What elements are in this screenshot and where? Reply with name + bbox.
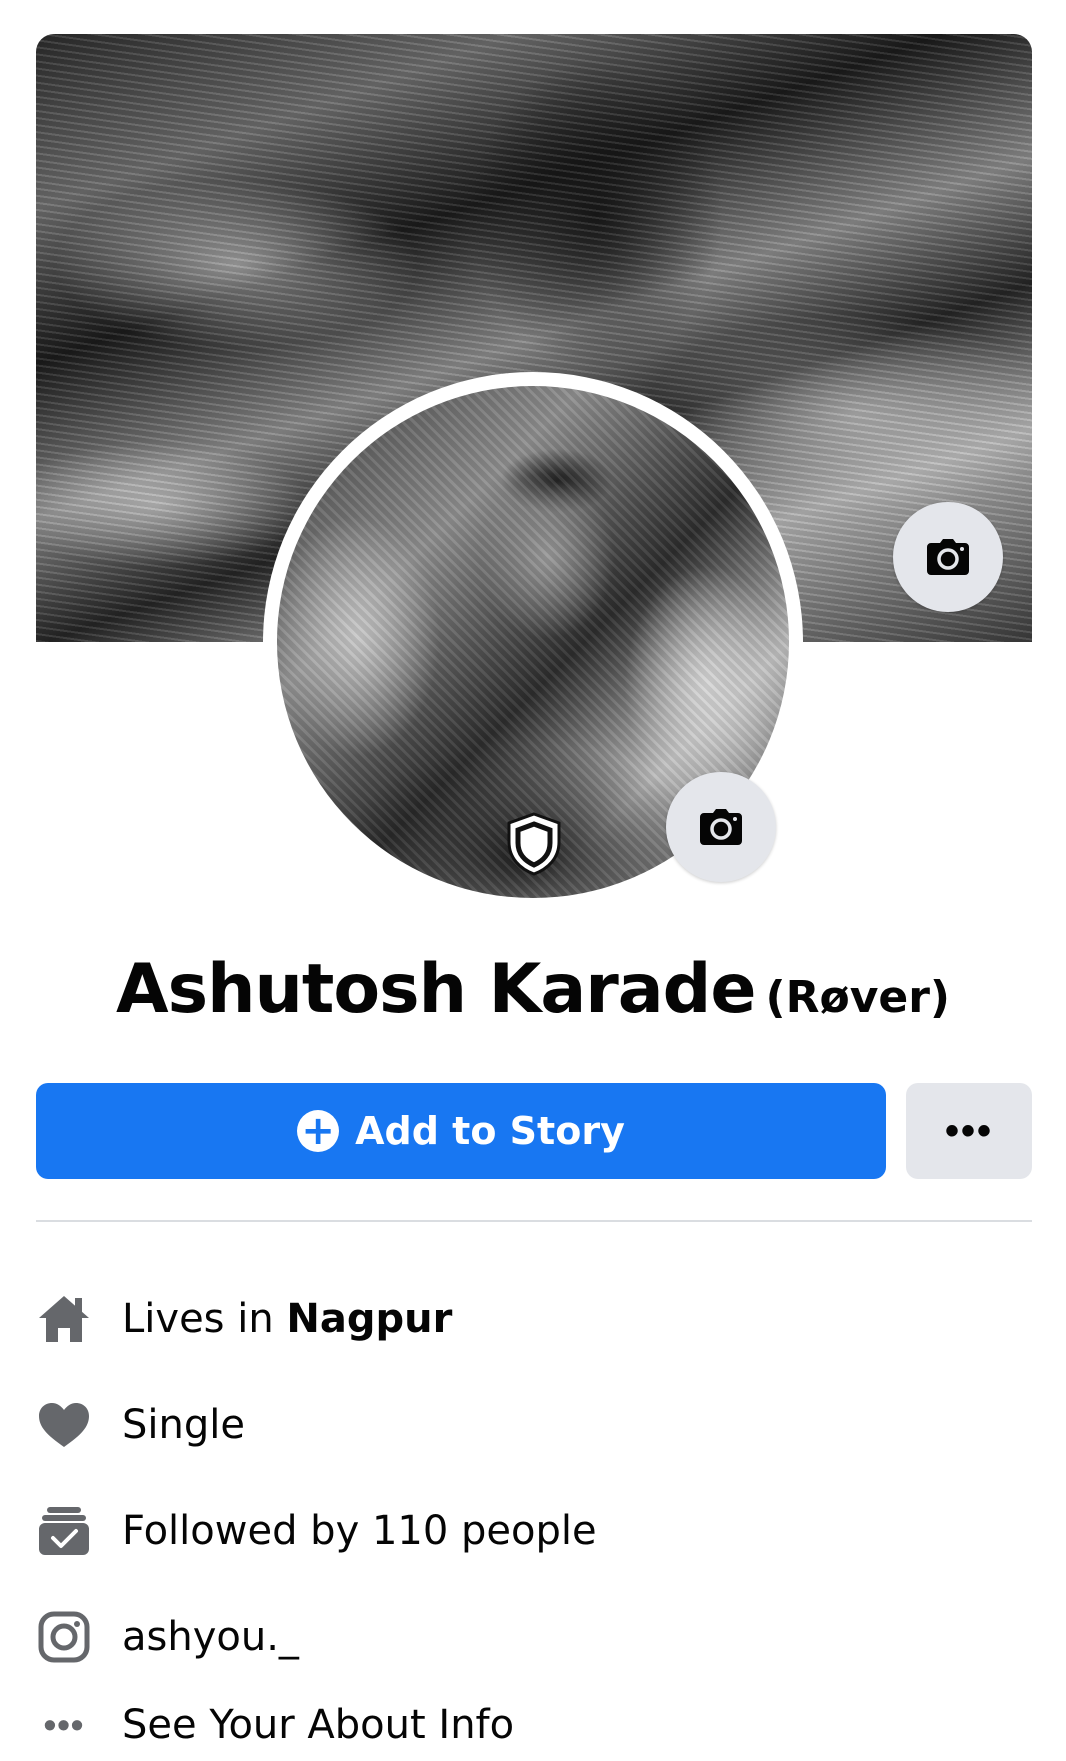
detail-followers[interactable]: Followed by 110 people bbox=[36, 1496, 1032, 1566]
profile-name: Ashutosh Karade bbox=[115, 950, 756, 1029]
detail-lives-in: Lives in Nagpur bbox=[36, 1284, 1032, 1354]
profile-name-row: Ashutosh Karade (Røver) bbox=[0, 950, 1066, 1029]
divider bbox=[36, 1220, 1032, 1222]
detail-relationship-text: Single bbox=[122, 1402, 245, 1448]
camera-icon bbox=[927, 539, 969, 575]
edit-cover-photo-button[interactable] bbox=[893, 502, 1003, 612]
lives-in-prefix: Lives in bbox=[122, 1296, 287, 1342]
plus-circle-icon: + bbox=[297, 1110, 340, 1152]
instagram-icon bbox=[36, 1609, 92, 1665]
detail-relationship: Single bbox=[36, 1390, 1032, 1460]
detail-instagram[interactable]: ashyou._ bbox=[36, 1602, 1032, 1672]
profile-page: Ashutosh Karade (Røver) + Add to Story •… bbox=[0, 0, 1066, 1761]
more-options-button[interactable]: ••• bbox=[906, 1083, 1032, 1179]
lives-in-city: Nagpur bbox=[286, 1296, 453, 1342]
heart-icon bbox=[36, 1397, 92, 1453]
see-about-info-link[interactable]: ••• See Your About Info bbox=[36, 1690, 1032, 1760]
detail-instagram-text: ashyou._ bbox=[122, 1614, 299, 1660]
more-dots-icon: ••• bbox=[944, 1108, 993, 1153]
home-icon bbox=[36, 1291, 92, 1347]
shield-icon bbox=[507, 812, 561, 876]
camera-icon bbox=[700, 809, 742, 845]
add-to-story-button[interactable]: + Add to Story bbox=[36, 1083, 886, 1179]
detail-followers-text: Followed by 110 people bbox=[122, 1508, 597, 1554]
detail-lives-in-text: Lives in Nagpur bbox=[122, 1296, 452, 1342]
add-to-story-label: Add to Story bbox=[355, 1109, 625, 1153]
edit-profile-picture-button[interactable] bbox=[666, 772, 776, 882]
followers-icon bbox=[36, 1503, 92, 1559]
profile-nickname: (Røver) bbox=[765, 972, 951, 1023]
see-about-info-text: See Your About Info bbox=[122, 1702, 515, 1748]
more-dots-icon: ••• bbox=[43, 1704, 85, 1745]
